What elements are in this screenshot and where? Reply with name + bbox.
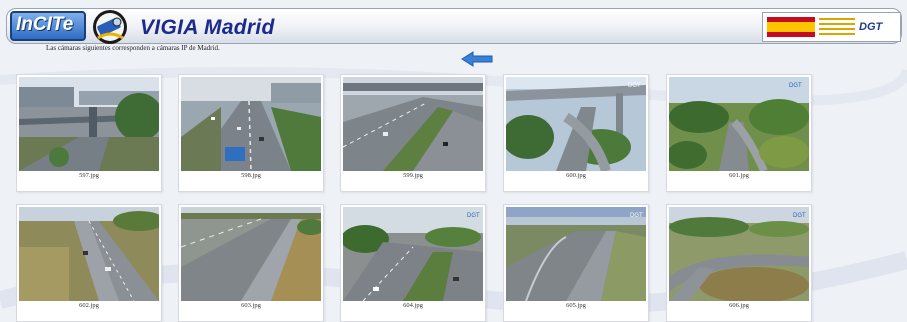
government-logo: DGT: [762, 12, 901, 42]
camera-thumbnail[interactable]: [181, 207, 321, 301]
camera-thumbnail[interactable]: [181, 77, 321, 171]
camera-card[interactable]: 598.jpg: [178, 74, 324, 192]
camera-caption: 599.jpg: [403, 172, 423, 179]
svg-text:DGT: DGT: [628, 83, 641, 89]
page-title: VIGIA Madrid: [140, 16, 275, 39]
svg-text:DGT: DGT: [793, 213, 806, 219]
camera-card[interactable]: 597.jpg: [16, 74, 162, 192]
back-arrow-icon[interactable]: [461, 51, 493, 67]
camera-card[interactable]: DGT 605.jpg: [503, 204, 649, 322]
incite-logo-text: InCITe: [16, 14, 74, 35]
spain-emblem-icon: [767, 17, 815, 37]
camera-caption: 598.jpg: [241, 172, 261, 179]
page-subtitle: Las cámaras siguientes corresponden a cá…: [46, 44, 220, 52]
camera-card[interactable]: DGT 600.jpg: [503, 74, 649, 192]
svg-text:DGT: DGT: [789, 83, 802, 89]
camera-thumbnail[interactable]: DGT: [669, 207, 809, 301]
camera-icon: [93, 10, 127, 44]
camera-caption: 604.jpg: [403, 302, 423, 309]
camera-card[interactable]: DGT 606.jpg: [666, 204, 812, 322]
camera-thumbnail[interactable]: DGT: [506, 207, 646, 301]
camera-thumbnail[interactable]: [19, 77, 159, 171]
camera-thumbnail[interactable]: [343, 77, 483, 171]
camera-thumbnail[interactable]: DGT: [506, 77, 646, 171]
camera-card[interactable]: 602.jpg: [16, 204, 162, 322]
camera-caption: 597.jpg: [79, 172, 99, 179]
camera-caption: 601.jpg: [729, 172, 749, 179]
camera-caption: 605.jpg: [566, 302, 586, 309]
camera-card[interactable]: DGT 604.jpg: [340, 204, 486, 322]
svg-text:DGT: DGT: [630, 213, 643, 219]
dgt-logo: DGT: [859, 21, 883, 33]
camera-thumbnail[interactable]: DGT: [669, 77, 809, 171]
camera-caption: 603.jpg: [241, 302, 261, 309]
camera-thumbnail[interactable]: [19, 207, 159, 301]
camera-thumbnail[interactable]: DGT: [343, 207, 483, 301]
camera-caption: 606.jpg: [729, 302, 749, 309]
camera-card[interactable]: 603.jpg: [178, 204, 324, 322]
camera-caption: 600.jpg: [566, 172, 586, 179]
ministry-emblem-icon: [819, 18, 855, 36]
incite-logo: InCITe: [10, 11, 86, 41]
camera-caption: 602.jpg: [79, 302, 99, 309]
camera-card[interactable]: DGT 601.jpg: [666, 74, 812, 192]
svg-text:DGT: DGT: [467, 213, 480, 219]
camera-card[interactable]: 599.jpg: [340, 74, 486, 192]
